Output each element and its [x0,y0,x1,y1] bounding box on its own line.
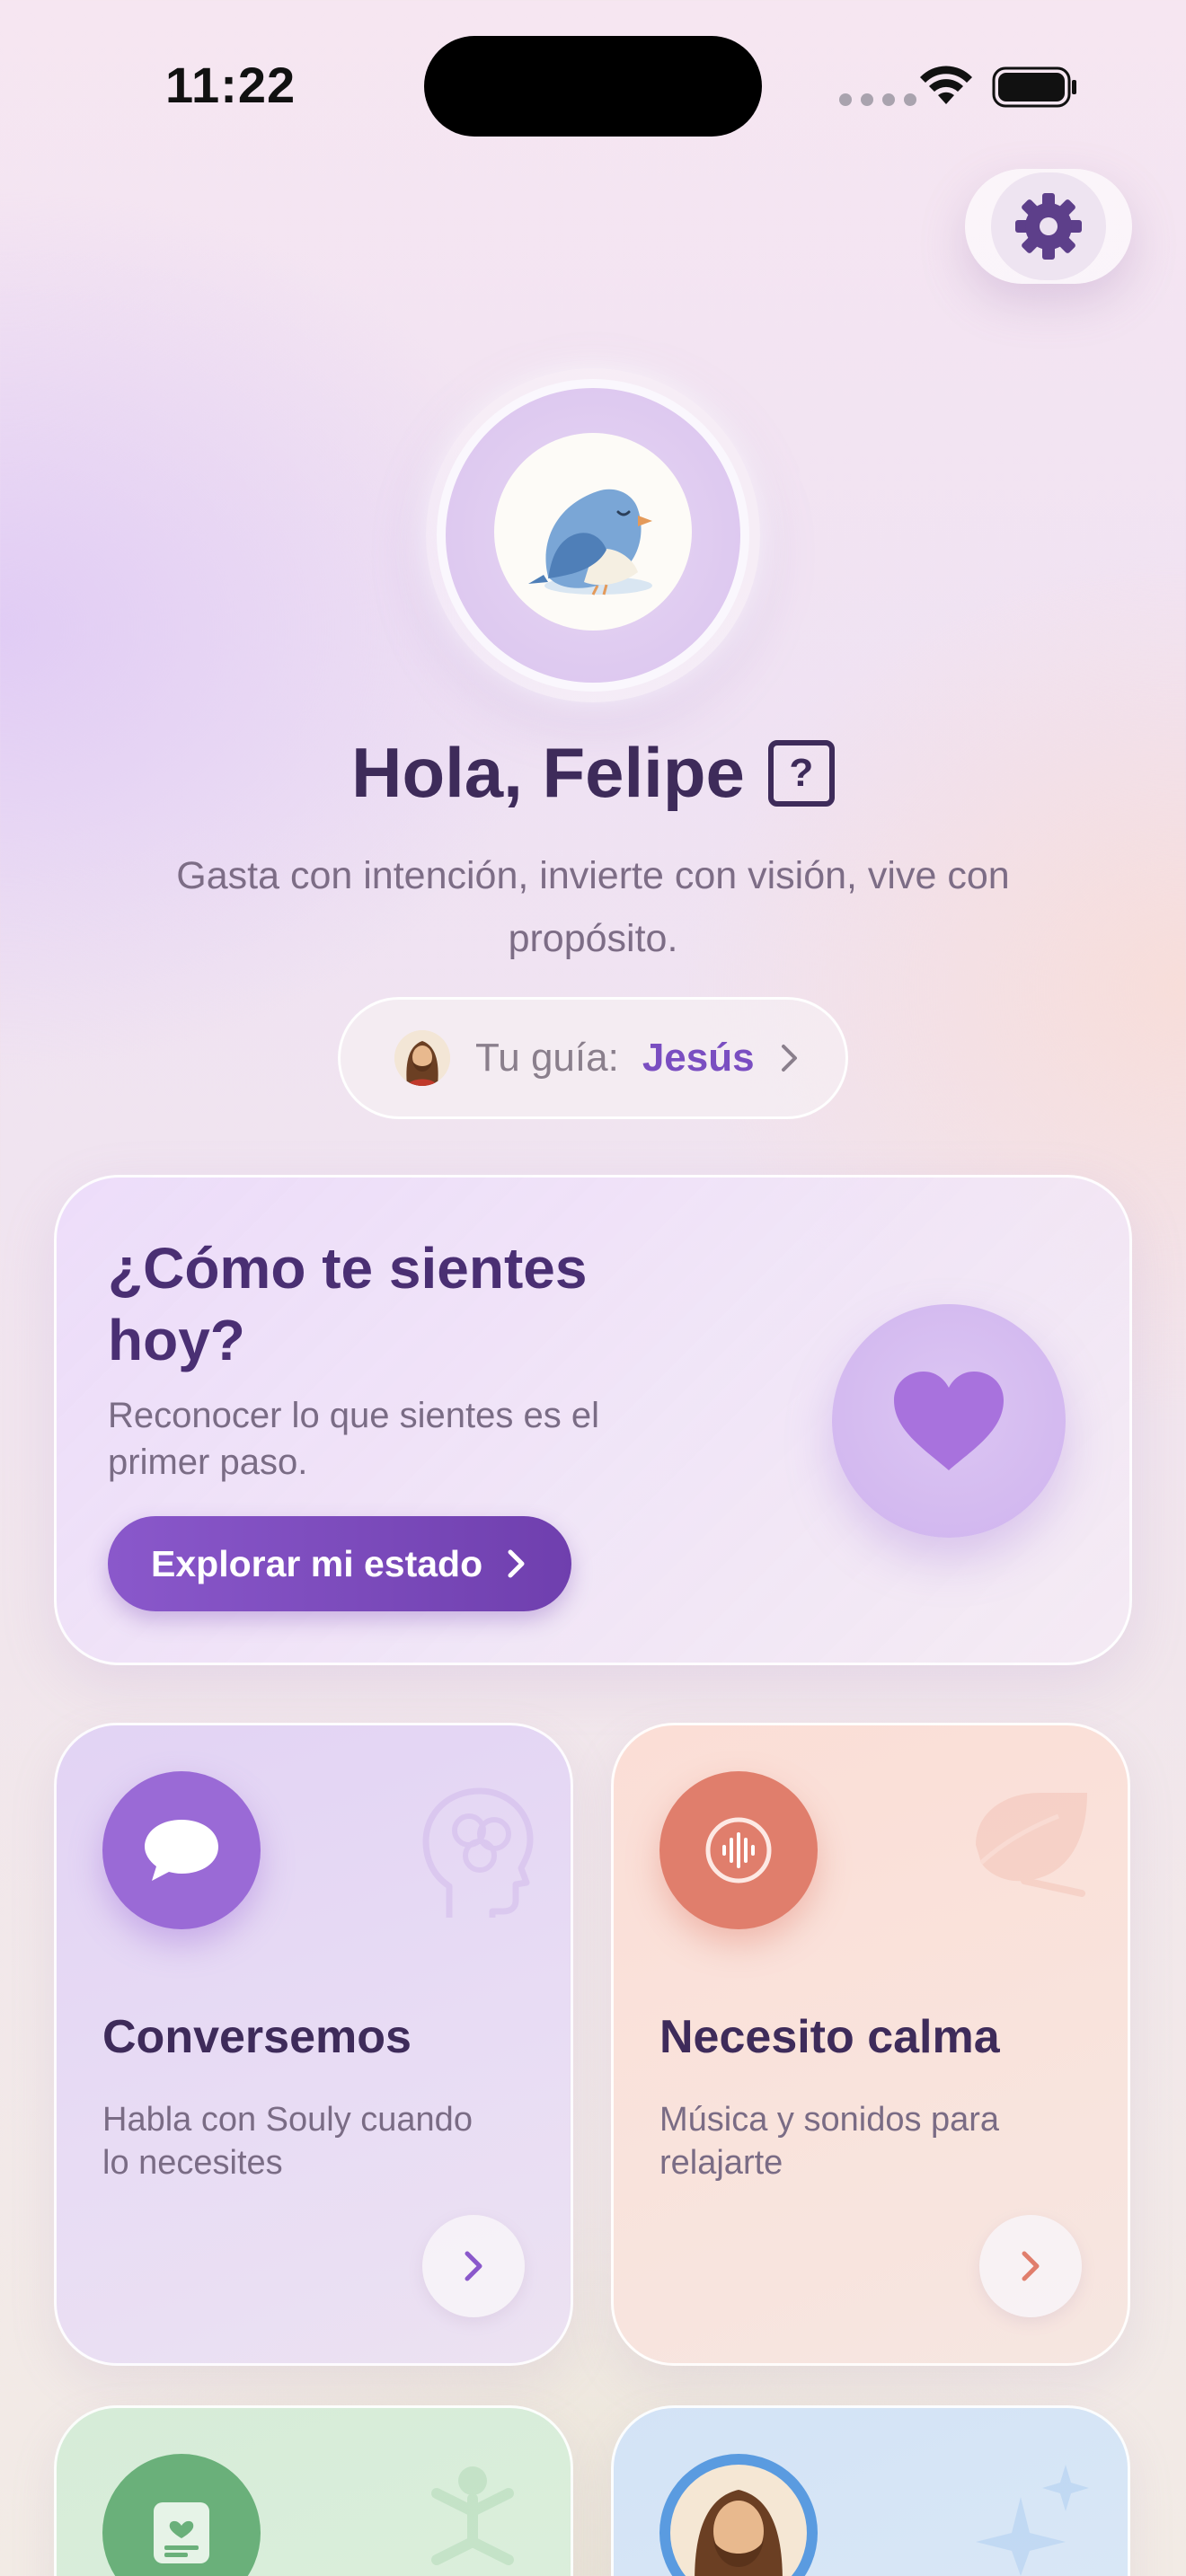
guide-portrait-badge [659,2454,818,2576]
mood-card-title: ¿Cómo te sientes hoy? [108,1236,588,1372]
avatar[interactable] [494,433,692,631]
explore-mood-button-label: Explorar mi estado [151,1542,483,1584]
meditation-icon [431,2466,514,2565]
audio-icon-badge [659,1771,818,1929]
gear-icon [1015,193,1082,260]
settings-button[interactable] [965,169,1132,284]
tagline: Gasta con intención, invierte con visión… [176,854,1010,960]
feature-title: Necesito calma [659,2011,1000,2063]
greeting-row: Hola, Felipe ? [0,732,1186,814]
explore-mood-button[interactable]: Explorar mi estado [108,1516,571,1611]
heart-badge [832,1304,1066,1538]
chevron-right-icon [1022,2251,1040,2281]
guide-avatar [394,1030,450,1086]
chevron-right-icon [465,2251,482,2281]
guide-name: Jesús [642,1036,755,1080]
guide-portrait-icon [670,2465,807,2576]
wifi-icon [920,66,972,104]
leaf-icon [976,1793,1087,1897]
heart-icon [894,1372,1004,1470]
brain-head-icon [422,1787,534,1918]
sparkles-icon [976,2465,1089,2576]
journal-icon [154,2502,209,2563]
chat-bubble-icon [145,1820,218,1881]
battery-icon [992,66,1076,108]
guide-selector[interactable]: Tu guía: Jesús [338,997,848,1119]
chat-icon-badge [102,1771,261,1929]
audio-wave-icon [705,1817,772,1883]
status-time: 11:22 [165,57,296,113]
feature-subtitle: Habla con Souly cuando lo necesites [102,2101,473,2182]
greeting-title: Hola, Felipe [351,733,745,812]
feature-arrow-button[interactable] [979,2215,1082,2317]
bluebird-mascot-icon [528,489,652,595]
feature-subtitle: Música y sonidos para relajarte [659,2101,1000,2182]
dynamic-island [424,36,762,137]
feature-title: Conversemos [102,2011,412,2063]
feature-arrow-button[interactable] [422,2215,525,2317]
help-icon[interactable]: ? [767,739,835,807]
guide-label: Tu guía: [475,1036,619,1080]
chevron-right-icon [781,1045,797,1072]
mood-card-subtitle: Reconocer lo que sientes es el primer pa… [108,1396,599,1482]
chevron-right-icon [508,1549,525,1578]
cellular-signal-icon [839,93,916,106]
